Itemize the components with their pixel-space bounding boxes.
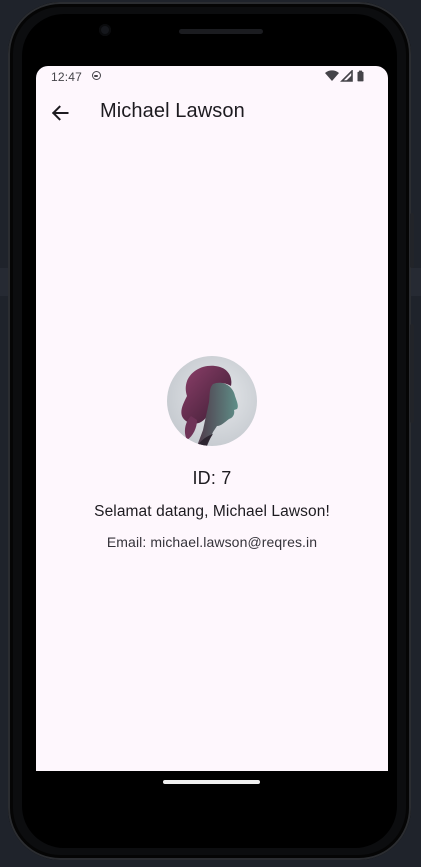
power-key[interactable] bbox=[410, 324, 414, 423]
wifi-icon bbox=[325, 70, 339, 81]
welcome-message: Selamat datang, Michael Lawson! bbox=[94, 503, 330, 520]
battery-icon bbox=[357, 70, 364, 82]
avatar-portrait bbox=[167, 356, 257, 446]
app-bar: Michael Lawson bbox=[36, 88, 388, 136]
notification-badge-icon bbox=[92, 71, 101, 80]
app-screen: 12:47 Michael Lawson ID: 7 Selamat datan… bbox=[36, 66, 388, 771]
volume-key[interactable] bbox=[410, 213, 414, 268]
system-navigation-bar bbox=[36, 771, 388, 795]
user-id-label: ID: 7 bbox=[192, 468, 232, 488]
arrow-back-icon[interactable] bbox=[48, 101, 72, 125]
status-bar: 12:47 bbox=[36, 66, 388, 88]
page-title: Michael Lawson bbox=[100, 100, 245, 122]
status-time: 12:47 bbox=[51, 70, 83, 84]
email-label: Email: michael.lawson@reqres.in bbox=[106, 534, 318, 550]
status-icons bbox=[325, 70, 364, 82]
home-indicator[interactable] bbox=[163, 780, 260, 784]
avatar bbox=[167, 356, 257, 446]
earpiece-speaker bbox=[179, 29, 263, 34]
profile-section: ID: 7 Selamat datang, Michael Lawson! Em… bbox=[36, 356, 388, 550]
front-camera bbox=[99, 24, 111, 36]
